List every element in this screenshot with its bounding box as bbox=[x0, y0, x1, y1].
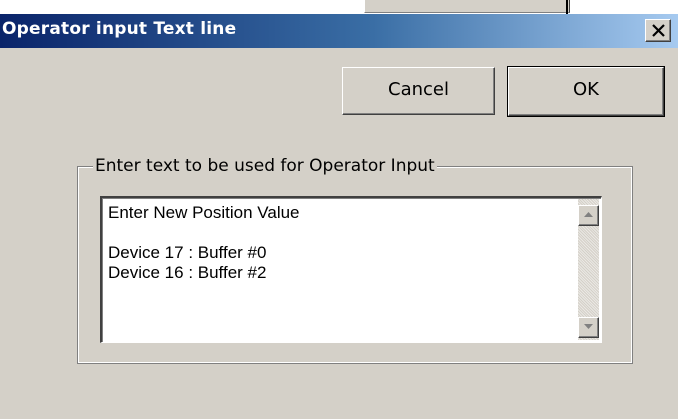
background-strip bbox=[0, 0, 678, 14]
text-line: Device 17 : Buffer #0 bbox=[108, 243, 267, 262]
operator-input-dialog: Operator input Text line Cancel OK Enter… bbox=[0, 0, 678, 419]
window-title: Operator input Text line bbox=[2, 19, 237, 39]
ok-button[interactable]: OK bbox=[508, 67, 664, 116]
group-label: Enter text to be used for Operator Input bbox=[93, 156, 437, 176]
text-line: Device 16 : Buffer #2 bbox=[108, 263, 267, 282]
close-icon bbox=[652, 24, 665, 37]
operator-input-text-field[interactable]: Enter New Position Value Device 17 : Buf… bbox=[100, 196, 602, 343]
scroll-up-button[interactable] bbox=[578, 205, 599, 226]
close-button[interactable] bbox=[645, 19, 671, 42]
text-line: Enter New Position Value bbox=[108, 203, 300, 222]
text-line bbox=[108, 223, 568, 243]
background-window-shadow bbox=[566, 0, 568, 14]
cancel-button[interactable]: Cancel bbox=[342, 67, 495, 115]
vertical-scrollbar[interactable] bbox=[578, 199, 599, 340]
scroll-up-arrow-icon bbox=[584, 212, 593, 217]
scroll-down-arrow-icon bbox=[584, 324, 593, 329]
text-content: Enter New Position Value Device 17 : Buf… bbox=[108, 203, 568, 283]
background-window-edge bbox=[364, 0, 570, 13]
scroll-down-button[interactable] bbox=[578, 317, 599, 338]
title-bar[interactable]: Operator input Text line bbox=[0, 14, 678, 48]
